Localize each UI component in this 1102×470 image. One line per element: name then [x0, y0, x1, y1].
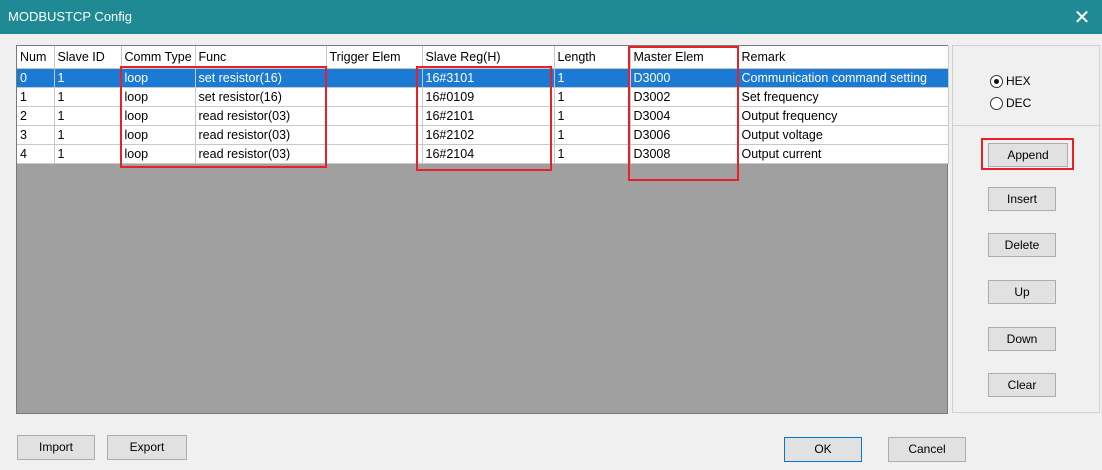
- window-title: MODBUSTCP Config: [8, 9, 133, 24]
- cell-slave-id[interactable]: 1: [54, 87, 122, 107]
- cell-trigger-elem[interactable]: [326, 106, 423, 126]
- radio-checked-icon[interactable]: [990, 74, 1003, 88]
- export-button[interactable]: Export: [107, 435, 187, 460]
- cell-comm-type[interactable]: loop: [121, 125, 196, 145]
- cell-comm-type[interactable]: loop: [121, 144, 196, 164]
- cell-num[interactable]: 1: [17, 87, 55, 107]
- format-radio-group: HEX DEC: [990, 70, 1031, 114]
- cell-length[interactable]: 1: [554, 144, 631, 164]
- cell-remark[interactable]: Set frequency: [738, 87, 949, 107]
- cell-comm-type[interactable]: loop: [121, 68, 196, 88]
- cell-trigger-elem[interactable]: [326, 144, 423, 164]
- col-header-trigger-elem[interactable]: Trigger Elem: [326, 46, 423, 69]
- radio-hex[interactable]: HEX: [990, 70, 1031, 92]
- header-row: Num Slave ID Comm Type Func Trigger Elem…: [17, 46, 949, 69]
- close-icon[interactable]: ✕: [1062, 0, 1102, 34]
- cell-comm-type[interactable]: loop: [121, 106, 196, 126]
- delete-button[interactable]: Delete: [988, 233, 1056, 257]
- radio-dec[interactable]: DEC: [990, 92, 1031, 114]
- import-button[interactable]: Import: [17, 435, 95, 460]
- cell-num[interactable]: 4: [17, 144, 55, 164]
- cell-trigger-elem[interactable]: [326, 68, 423, 88]
- table-row[interactable]: 1 1 loop set resistor(16) 16#0109 1 D300…: [17, 87, 949, 107]
- cancel-button[interactable]: Cancel: [888, 437, 966, 462]
- up-button[interactable]: Up: [988, 280, 1056, 304]
- cell-func[interactable]: set resistor(16): [195, 87, 327, 107]
- table-row[interactable]: 3 1 loop read resistor(03) 16#2102 1 D30…: [17, 125, 949, 145]
- col-header-length[interactable]: Length: [554, 46, 631, 69]
- cell-num[interactable]: 0: [17, 68, 55, 88]
- radio-unchecked-icon[interactable]: [990, 96, 1003, 110]
- cell-func[interactable]: read resistor(03): [195, 144, 327, 164]
- cell-master-elem[interactable]: D3002: [630, 87, 739, 107]
- cell-func[interactable]: read resistor(03): [195, 125, 327, 145]
- cell-length[interactable]: 1: [554, 106, 631, 126]
- down-button[interactable]: Down: [988, 327, 1056, 351]
- col-header-slave-reg[interactable]: Slave Reg(H): [422, 46, 555, 69]
- cell-slave-id[interactable]: 1: [54, 125, 122, 145]
- col-header-slave-id[interactable]: Slave ID: [54, 46, 122, 69]
- cell-slave-reg[interactable]: 16#2104: [422, 144, 555, 164]
- clear-button[interactable]: Clear: [988, 373, 1056, 397]
- title-bar[interactable]: MODBUSTCP Config ✕: [0, 0, 1102, 34]
- cell-func[interactable]: read resistor(03): [195, 106, 327, 126]
- insert-button[interactable]: Insert: [988, 187, 1056, 211]
- radio-dec-label: DEC: [1006, 96, 1032, 110]
- col-header-func[interactable]: Func: [195, 46, 327, 69]
- col-header-remark[interactable]: Remark: [738, 46, 949, 69]
- cell-func[interactable]: set resistor(16): [195, 68, 327, 88]
- cell-master-elem[interactable]: D3006: [630, 125, 739, 145]
- cell-remark[interactable]: Communication command setting: [738, 68, 949, 88]
- col-header-master-elem[interactable]: Master Elem: [630, 46, 739, 69]
- cell-master-elem[interactable]: D3008: [630, 144, 739, 164]
- cell-slave-reg[interactable]: 16#3101: [422, 68, 555, 88]
- cell-master-elem[interactable]: D3004: [630, 106, 739, 126]
- table-row[interactable]: 2 1 loop read resistor(03) 16#2101 1 D30…: [17, 106, 949, 126]
- table-row[interactable]: 4 1 loop read resistor(03) 16#2104 1 D30…: [17, 144, 949, 164]
- cell-length[interactable]: 1: [554, 68, 631, 88]
- cell-slave-id[interactable]: 1: [54, 106, 122, 126]
- cell-num[interactable]: 2: [17, 106, 55, 126]
- cell-trigger-elem[interactable]: [326, 87, 423, 107]
- cell-trigger-elem[interactable]: [326, 125, 423, 145]
- cell-num[interactable]: 3: [17, 125, 55, 145]
- ok-button[interactable]: OK: [784, 437, 862, 462]
- modbustcp-config-dialog: MODBUSTCP Config ✕ Num Slave ID Comm Typ…: [0, 0, 1102, 470]
- radio-hex-label: HEX: [1006, 74, 1031, 88]
- cell-slave-reg[interactable]: 16#2101: [422, 106, 555, 126]
- cell-comm-type[interactable]: loop: [121, 87, 196, 107]
- table-row[interactable]: 0 1 loop set resistor(16) 16#3101 1 D300…: [17, 68, 949, 88]
- col-header-comm-type[interactable]: Comm Type: [121, 46, 196, 69]
- cell-slave-id[interactable]: 1: [54, 144, 122, 164]
- append-button[interactable]: Append: [988, 143, 1068, 167]
- cell-remark[interactable]: Output frequency: [738, 106, 949, 126]
- config-grid: Num Slave ID Comm Type Func Trigger Elem…: [16, 45, 949, 414]
- config-table: Num Slave ID Comm Type Func Trigger Elem…: [17, 46, 949, 164]
- cell-slave-id[interactable]: 1: [54, 68, 122, 88]
- cell-slave-reg[interactable]: 16#0109: [422, 87, 555, 107]
- cell-remark[interactable]: Output voltage: [738, 125, 949, 145]
- col-header-num[interactable]: Num: [17, 46, 55, 69]
- cell-length[interactable]: 1: [554, 87, 631, 107]
- cell-slave-reg[interactable]: 16#2102: [422, 125, 555, 145]
- cell-length[interactable]: 1: [554, 125, 631, 145]
- cell-remark[interactable]: Output current: [738, 144, 949, 164]
- cell-master-elem[interactable]: D3000: [630, 68, 739, 88]
- side-panel-divider: [952, 125, 1100, 126]
